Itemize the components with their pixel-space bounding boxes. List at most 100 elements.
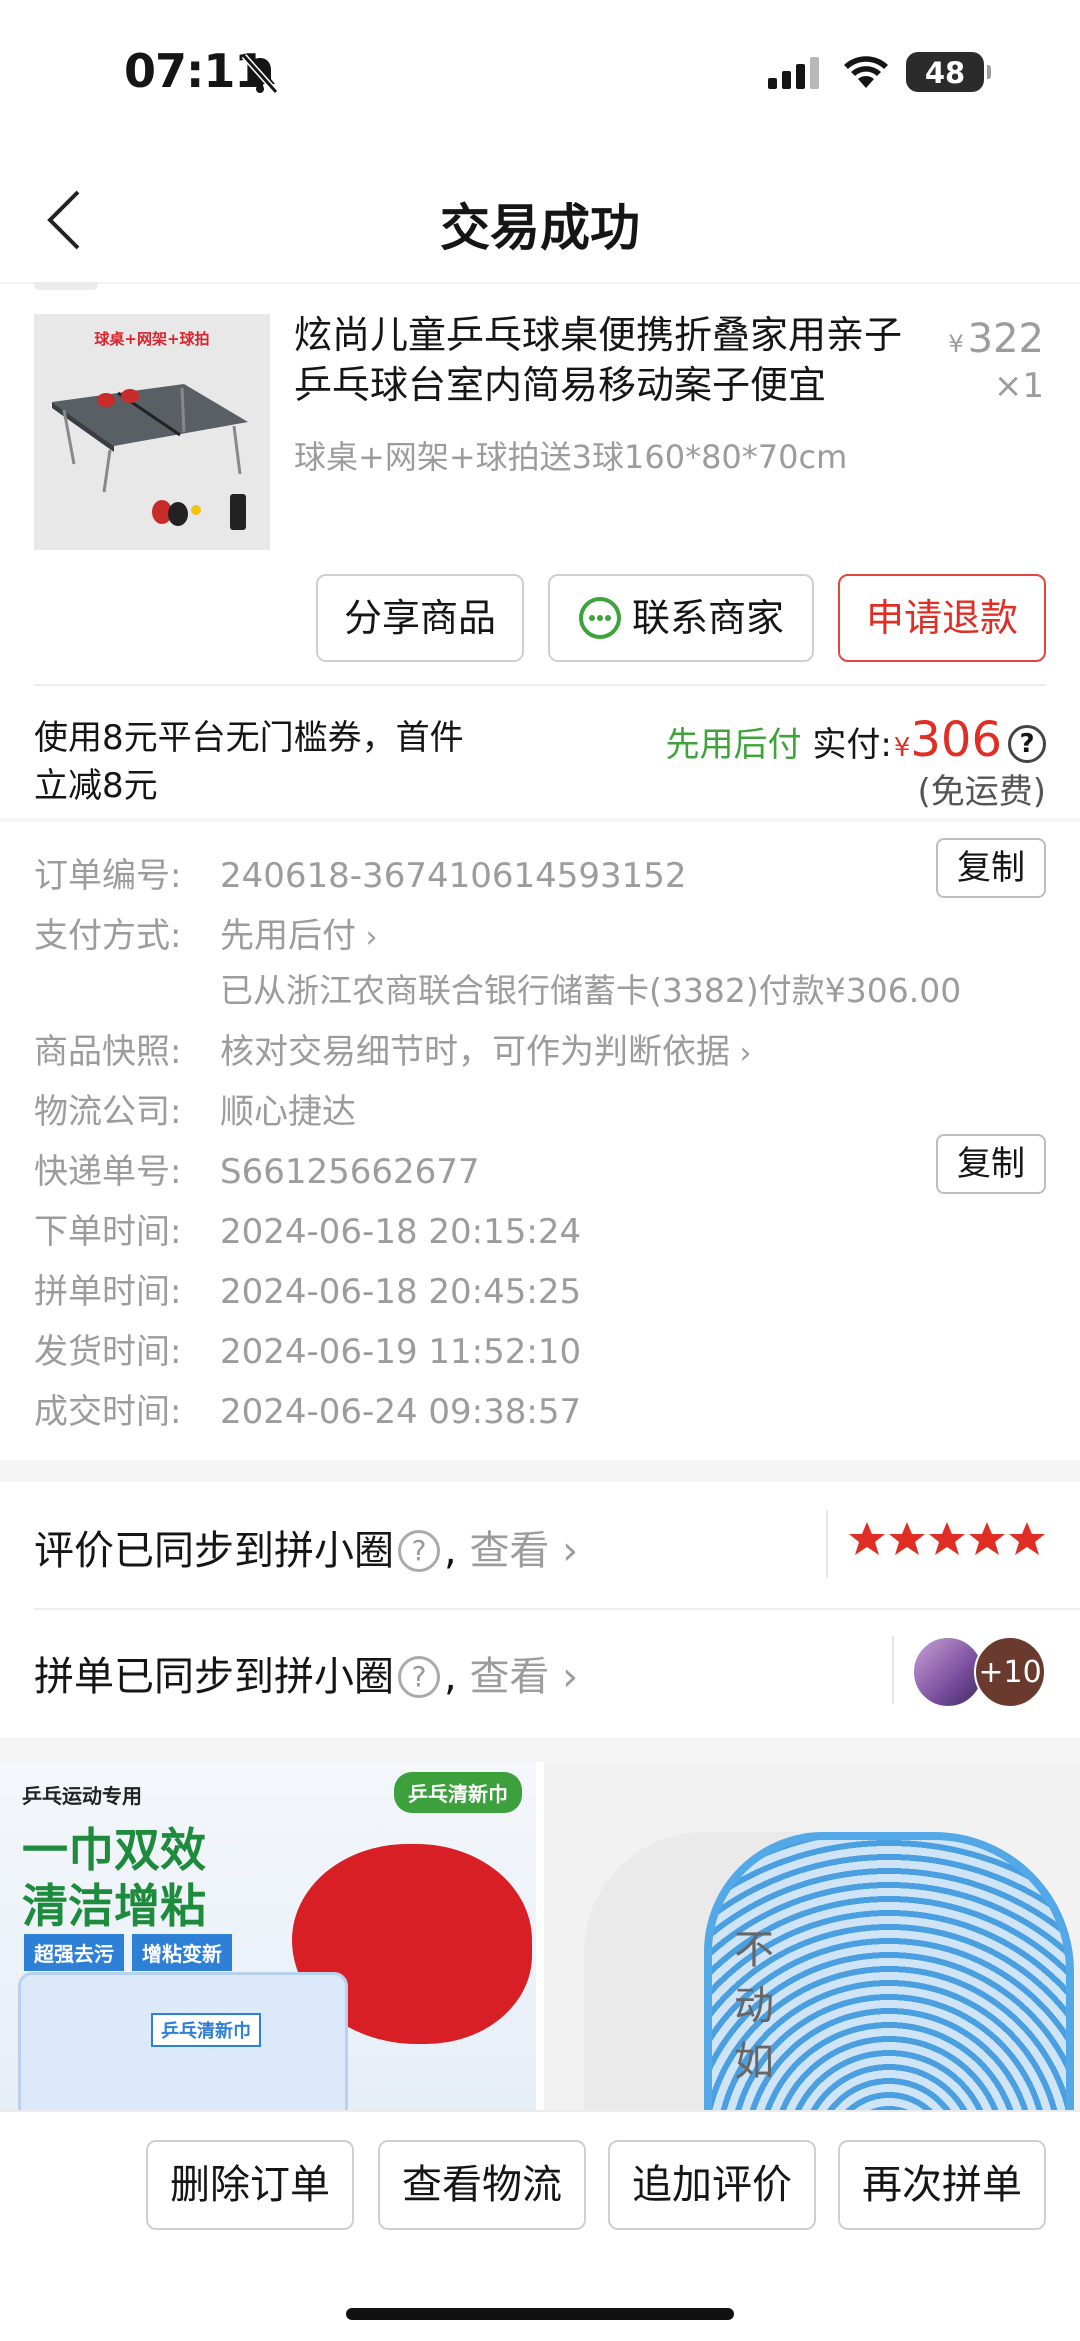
- chevron-right-icon: ›: [549, 1528, 579, 1574]
- price-currency: ¥: [948, 330, 964, 358]
- payment-method-row[interactable]: 支付方式: 先用后付 ›: [34, 908, 378, 957]
- add-review-button[interactable]: 追加评价: [608, 2140, 816, 2230]
- ship-time-row: 发货时间: 2024-06-19 11:52:10: [34, 1324, 581, 1373]
- product-image[interactable]: 球桌+网架+球拍: [34, 314, 270, 550]
- payment-method-label: 支付方式:: [34, 916, 182, 956]
- battery-level: 48: [924, 56, 966, 90]
- ship-time-label: 发货时间:: [34, 1332, 182, 1372]
- deal-time-value: 2024-06-24 09:38:57: [220, 1392, 582, 1432]
- avatar-more-count: +10: [974, 1636, 1046, 1708]
- product-price: ¥322: [948, 316, 1044, 362]
- order-time-row: 下单时间: 2024-06-18 20:15:24: [34, 1204, 581, 1253]
- product-quantity: ×1: [993, 366, 1044, 406]
- snapshot-row[interactable]: 商品快照: 核对交易细节时，可作为判断依据 ›: [34, 1024, 752, 1073]
- group-time-row: 拼单时间: 2024-06-18 20:45:25: [34, 1264, 581, 1313]
- section-gap: [0, 1460, 1080, 1482]
- help-icon[interactable]: ?: [398, 1530, 440, 1572]
- bottom-action-bar: 删除订单 查看物流 追加评价 再次拼单: [0, 2110, 1080, 2341]
- star-icon: [929, 1522, 965, 1555]
- cellular-signal-icon: [768, 57, 819, 89]
- chevron-right-icon: ›: [549, 1654, 579, 1700]
- review-sync-text: 评价已同步到拼小圈: [34, 1528, 394, 1574]
- help-icon[interactable]: ?: [1008, 725, 1046, 763]
- copy-tracking-button[interactable]: 复制: [936, 1134, 1046, 1194]
- divider: [826, 1510, 828, 1578]
- product-name[interactable]: 炫尚儿童乒乓球桌便携折叠家用亲子乒乓球台室内简易移动案子便宜: [294, 310, 914, 410]
- page-title: 交易成功: [440, 199, 640, 257]
- bell-muted-icon: [241, 54, 279, 94]
- chat-bubble-icon: [578, 596, 621, 639]
- star-icon: [849, 1522, 885, 1555]
- section-stub: [34, 282, 98, 290]
- delete-order-button[interactable]: 删除订单: [146, 2140, 354, 2230]
- deal-time-row: 成交时间: 2024-06-24 09:38:57: [34, 1384, 581, 1433]
- product-pack-image: 乒乓清新巾: [18, 1972, 348, 2110]
- wifi-icon: [844, 56, 888, 88]
- request-refund-button[interactable]: 申请退款: [838, 574, 1046, 662]
- home-indicator[interactable]: [346, 2308, 734, 2320]
- status-bar: 07:11 48: [0, 0, 1080, 140]
- view-logistics-button[interactable]: 查看物流: [378, 2140, 586, 2230]
- logistics-row: 物流公司: 顺心捷达: [34, 1084, 356, 1133]
- group-sync-text: 拼单已同步到拼小圈: [34, 1654, 394, 1700]
- tracking-label: 快递单号:: [34, 1152, 182, 1192]
- rating-stars: [849, 1522, 1045, 1555]
- group-time-label: 拼单时间:: [34, 1272, 182, 1312]
- pay-later-label: 先用后付: [665, 725, 802, 765]
- free-shipping-label: (免运费): [917, 772, 1046, 812]
- copy-order-number-button[interactable]: 复制: [936, 838, 1046, 898]
- paid-label: 实付:: [812, 725, 892, 765]
- group-sync-row[interactable]: 拼单已同步到拼小圈?, 查看 ›: [34, 1644, 578, 1702]
- product-image-tag: 球桌+网架+球拍: [94, 330, 210, 348]
- order-number-row: 订单编号: 240618-367410614593152: [34, 848, 687, 897]
- tracking-row: 快递单号: S66125662677: [34, 1144, 480, 1193]
- contact-merchant-button[interactable]: 联系商家: [548, 574, 814, 662]
- star-icon: [889, 1522, 925, 1555]
- order-time-value: 2024-06-18 20:15:24: [220, 1212, 582, 1252]
- chevron-right-icon: ›: [356, 920, 378, 955]
- pack-label: 乒乓清新巾: [151, 2013, 261, 2047]
- review-sync-row[interactable]: 评价已同步到拼小圈?, 查看 ›: [34, 1518, 578, 1576]
- nav-bar: 交易成功: [0, 160, 1080, 280]
- recommendation-card[interactable]: 不动如: [544, 1762, 1080, 2110]
- rec-chip: 超强去污: [24, 1934, 124, 1971]
- snapshot-label: 商品快照:: [34, 1032, 182, 1072]
- payment-detail: 已从浙江农商联合银行储蓄卡(3382)付款¥306.00: [220, 971, 962, 1010]
- divider: [892, 1636, 894, 1704]
- share-product-button[interactable]: 分享商品: [316, 574, 524, 662]
- rec-title-line: 一巾双效: [22, 1823, 206, 1877]
- chevron-right-icon: ›: [730, 1036, 752, 1071]
- contact-merchant-label: 联系商家: [631, 596, 784, 640]
- order-number-label: 订单编号:: [34, 856, 182, 896]
- logistics-value: 顺心捷达: [220, 1092, 356, 1132]
- order-number-value: 240618-367410614593152: [220, 856, 687, 896]
- ping-pong-table-illustration: [52, 384, 248, 530]
- group-time-value: 2024-06-18 20:45:25: [220, 1272, 582, 1312]
- section-gap: [0, 1738, 1080, 1762]
- group-again-button[interactable]: 再次拼单: [838, 2140, 1046, 2230]
- participant-avatars[interactable]: +10: [912, 1636, 1048, 1710]
- comma: ,: [444, 1528, 457, 1574]
- nav-divider: [0, 282, 1080, 284]
- logistics-label: 物流公司:: [34, 1092, 182, 1132]
- divider: [34, 684, 1046, 686]
- rec-chips: 超强去污 增粘变新: [24, 1934, 240, 1971]
- price-value: 322: [967, 316, 1044, 362]
- product-spec: 球桌+网架+球拍送3球160*80*70cm: [294, 438, 848, 476]
- help-icon[interactable]: ?: [398, 1656, 440, 1698]
- rec-label: 乒乓运动专用: [22, 1784, 142, 1808]
- rec-badge: 乒乓清新巾: [394, 1772, 522, 1813]
- recommendation-card[interactable]: 乒乓运动专用 乒乓清新巾 一巾双效 清洁增粘 超强去污 增粘变新 乒乓清新巾: [0, 1762, 536, 2110]
- paid-currency: ¥: [893, 733, 911, 763]
- deal-time-label: 成交时间:: [34, 1392, 182, 1432]
- star-icon: [1009, 1522, 1045, 1555]
- paid-amount-row: 先用后付 实付:¥306?: [666, 712, 1046, 768]
- paid-amount: 306: [910, 712, 1002, 768]
- view-link[interactable]: 查看: [469, 1528, 549, 1574]
- divider: [34, 1608, 1080, 1610]
- rec-title-line: 清洁增粘: [22, 1879, 206, 1933]
- view-link[interactable]: 查看: [469, 1654, 549, 1700]
- order-time-label: 下单时间:: [34, 1212, 182, 1252]
- coupon-text: 使用8元平台无门槛券，首件立减8元: [34, 718, 464, 806]
- battery-icon: 48: [906, 52, 991, 92]
